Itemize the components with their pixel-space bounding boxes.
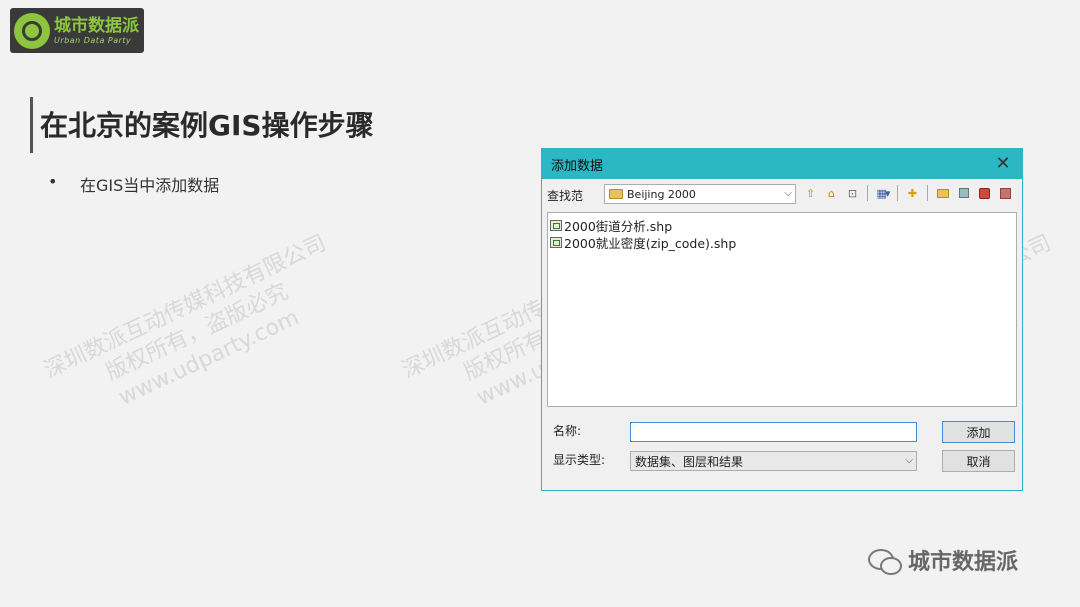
- wechat-icon: [866, 545, 902, 575]
- bullet-text: 在GIS当中添加数据: [80, 176, 220, 195]
- folder-icon: [609, 189, 623, 199]
- logo-cn: 城市数据派: [54, 16, 139, 36]
- add-data-dialog: 添加数据 ✕ 查找范 Beijing 2000 ⌵ ⇧ ⌂ ⊡ ▦▾ ✚ 200…: [541, 148, 1023, 491]
- footer-text: 城市数据派: [908, 550, 1019, 575]
- type-label: 显示类型:: [553, 453, 606, 467]
- list-item[interactable]: 2000就业密度(zip_code).shp: [548, 234, 1016, 251]
- lookin-combo[interactable]: Beijing 2000 ⌵: [604, 184, 796, 204]
- logo-mark-icon: [14, 12, 50, 49]
- chevron-down-icon: ⌵: [905, 455, 913, 466]
- name-input[interactable]: [630, 422, 917, 442]
- name-label: 名称:: [553, 424, 582, 438]
- watermark-line2: 版权所有，盗版必究: [102, 279, 293, 386]
- logo-text: 城市数据派 Urban Data Party: [54, 16, 139, 45]
- file-name: 2000就业密度(zip_code).shp: [564, 236, 737, 251]
- list-item[interactable]: 2000街道分析.shp: [548, 217, 1016, 234]
- shapefile-icon: [550, 237, 562, 248]
- toolbar-separator: [867, 185, 868, 201]
- view-list-icon[interactable]: ▦▾: [874, 184, 891, 202]
- shapefile-icon: [550, 220, 562, 231]
- watermark-line1: 深圳数派互动传媒科技有限公司: [40, 230, 331, 384]
- watermark: 深圳数派互动传媒科技有限公司 版权所有，盗版必究 www.udparty.com: [40, 230, 355, 436]
- page-title: 在北京的案例GIS操作步骤: [40, 109, 374, 142]
- title-accent-bar: [30, 97, 33, 153]
- watermark-line3: www.udparty.com: [114, 305, 303, 411]
- up-level-icon[interactable]: ⇧: [802, 184, 819, 202]
- toolbar-separator: [897, 185, 898, 201]
- logo-en: Urban Data Party: [54, 36, 132, 45]
- lookin-value: Beijing 2000: [627, 187, 696, 201]
- file-list[interactable]: 2000街道分析.shp 2000就业密度(zip_code).shp: [547, 212, 1017, 407]
- catalog-icon[interactable]: [955, 184, 972, 202]
- connect-folder-icon[interactable]: ⊡: [844, 184, 861, 202]
- brand-logo: 城市数据派 Urban Data Party: [10, 8, 144, 53]
- database-icon[interactable]: [997, 184, 1014, 202]
- type-value: 数据集、图层和结果: [635, 454, 744, 469]
- dialog-title-bar[interactable]: 添加数据 ✕: [542, 149, 1022, 179]
- toolbox-icon[interactable]: [976, 184, 993, 202]
- home-icon[interactable]: ⌂: [823, 184, 840, 202]
- lookin-label: 查找范: [547, 189, 584, 203]
- footer-brand: 城市数据派: [866, 544, 1018, 576]
- folder-connection-icon[interactable]: [934, 184, 951, 202]
- add-button[interactable]: 添加: [942, 421, 1015, 443]
- dialog-title: 添加数据: [551, 158, 604, 174]
- toolbar-separator: [927, 185, 928, 201]
- cancel-button[interactable]: 取消: [942, 450, 1015, 472]
- bullet-marker: •: [48, 172, 58, 191]
- new-item-icon[interactable]: ✚: [904, 184, 921, 202]
- chevron-down-icon: ⌵: [784, 188, 792, 199]
- type-select[interactable]: 数据集、图层和结果 ⌵: [630, 451, 917, 471]
- dialog-toolbar: ⇧ ⌂ ⊡ ▦▾ ✚: [802, 184, 1014, 202]
- close-icon[interactable]: ✕: [992, 153, 1014, 175]
